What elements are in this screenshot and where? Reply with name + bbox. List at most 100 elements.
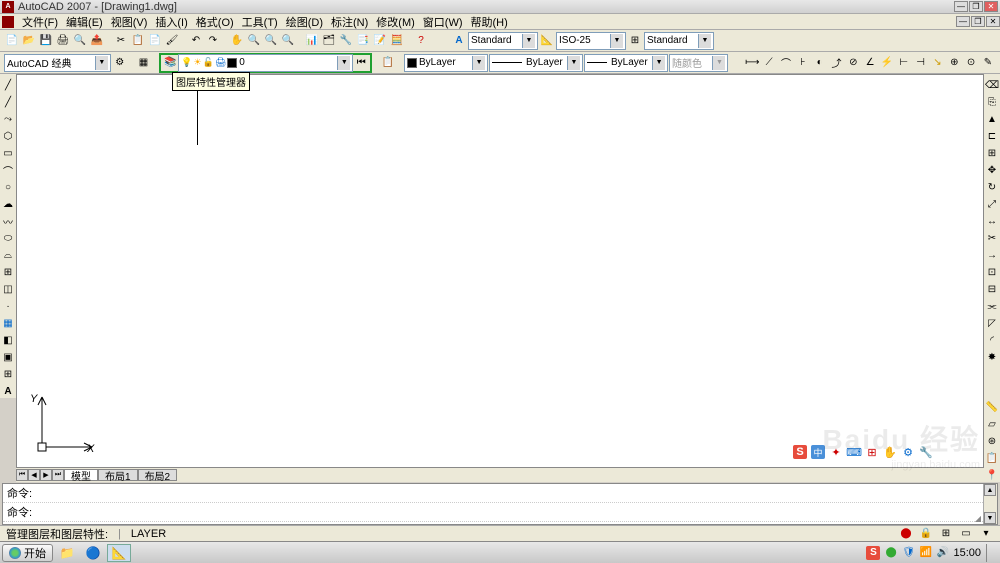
properties-icon[interactable]: 📊 (304, 33, 320, 49)
tray-net-icon[interactable]: ⬤ (885, 547, 897, 559)
workspace-dropdown[interactable]: AutoCAD 经典▼ (4, 54, 111, 72)
mtext-icon[interactable]: A (1, 384, 15, 398)
move-icon[interactable]: ✥ (985, 163, 999, 177)
join-icon[interactable]: ⫘ (985, 299, 999, 313)
zoom-prev-icon[interactable]: 🔍 (280, 33, 296, 49)
status-grid-icon[interactable]: ⊞ (938, 526, 954, 542)
mdi-close-button[interactable]: ✕ (986, 16, 1000, 27)
textstyle-icon[interactable]: A (451, 33, 467, 49)
tray-b-icon[interactable]: ⌨ (847, 445, 861, 459)
region-icon[interactable]: ▣ (1, 350, 15, 364)
resize-grip-icon[interactable]: ◢ (975, 514, 981, 523)
extend-icon[interactable]: → (985, 248, 999, 262)
scale-icon[interactable]: ⤢ (985, 197, 999, 211)
menu-modify[interactable]: 修改(M) (372, 14, 419, 30)
spline-icon[interactable]: 〰 (1, 214, 15, 228)
menu-edit[interactable]: 编辑(E) (62, 14, 107, 30)
copy-icon[interactable]: 📋 (130, 33, 146, 49)
dim-quick-icon[interactable]: ⚡ (879, 55, 895, 71)
xline-icon[interactable]: ╱ (1, 95, 15, 109)
area-icon[interactable]: ▱ (985, 417, 999, 431)
textstyle-dropdown[interactable]: Standard▼ (468, 32, 538, 50)
chamfer-icon[interactable]: ◸ (985, 316, 999, 330)
dim-cont-icon[interactable]: ⊣ (913, 55, 929, 71)
tab-next-button[interactable]: ▶ (40, 469, 52, 481)
taskbar-clock[interactable]: 15:00 (953, 547, 981, 559)
dim-jog-icon[interactable]: ⤴ (829, 55, 845, 71)
color-dropdown[interactable]: ByLayer▼ (404, 54, 488, 72)
stretch-icon[interactable]: ↔ (985, 214, 999, 228)
plotstyle-dropdown[interactable]: 随颜色▼ (669, 54, 728, 72)
layer-states-icon[interactable]: 📋 (380, 55, 396, 71)
layer-prev-icon[interactable]: ⏮ (353, 55, 369, 71)
menu-tools[interactable]: 工具(T) (238, 14, 282, 30)
status-menu-icon[interactable]: ▾ (978, 526, 994, 542)
undo-icon[interactable]: ↶ (188, 33, 204, 49)
zoom-win-icon[interactable]: 🔍 (263, 33, 279, 49)
dim-tol-icon[interactable]: ⊕ (946, 55, 962, 71)
scroll-down-icon[interactable]: ▼ (984, 512, 996, 524)
copy-obj-icon[interactable]: ⎘ (985, 95, 999, 109)
tray-e-icon[interactable]: ⚙ (901, 445, 915, 459)
ime-s-icon[interactable]: S (793, 445, 807, 459)
drawing-area[interactable]: Y X S 中 ✦ ⌨ ⊞ ✋ ⚙ 🔧 (16, 74, 984, 468)
lineweight-dropdown[interactable]: ByLayer▼ (584, 54, 668, 72)
menu-window[interactable]: 窗口(W) (419, 14, 467, 30)
id-icon[interactable]: 📍 (985, 468, 999, 482)
print-icon[interactable]: 🖨 (55, 33, 71, 49)
menu-format[interactable]: 格式(O) (192, 14, 238, 30)
tray-shield-icon[interactable]: 🛡 (902, 547, 914, 559)
save-icon[interactable]: 💾 (38, 33, 54, 49)
status-misc-icon[interactable]: ▭ (958, 526, 974, 542)
taskbar-autocad-icon[interactable]: 📐 (107, 544, 131, 562)
linetype-dropdown[interactable]: ByLayer▼ (489, 54, 583, 72)
polygon-icon[interactable]: ⬡ (1, 129, 15, 143)
help-icon[interactable]: ? (413, 33, 429, 49)
dim-center-icon[interactable]: ⊙ (963, 55, 979, 71)
layer-manager-icon[interactable]: 📚 (162, 55, 178, 71)
tab-layout2[interactable]: 布局2 (138, 469, 178, 481)
circle-icon[interactable]: ○ (1, 180, 15, 194)
trim-icon[interactable]: ✂ (985, 231, 999, 245)
mdi-restore-button[interactable]: ❐ (971, 16, 985, 27)
new-icon[interactable]: 📄 (4, 33, 20, 49)
match-icon[interactable]: 🖌 (164, 33, 180, 49)
show-desktop-button[interactable] (986, 544, 994, 562)
dim-ord-icon[interactable]: ⊦ (795, 55, 811, 71)
dim-edit-icon[interactable]: ✎ (980, 55, 996, 71)
menu-dim[interactable]: 标注(N) (327, 14, 372, 30)
table-icon[interactable]: ⊞ (1, 367, 15, 381)
tab-layout1[interactable]: 布局1 (98, 469, 138, 481)
pan-icon[interactable]: ✋ (229, 33, 245, 49)
tray-a-icon[interactable]: ✦ (829, 445, 843, 459)
menu-view[interactable]: 视图(V) (107, 14, 152, 30)
point-icon[interactable]: · (1, 299, 15, 313)
array-icon[interactable]: ⊞ (985, 146, 999, 160)
tablestyle-dropdown[interactable]: Standard▼ (644, 32, 714, 50)
dist-icon[interactable]: 📏 (985, 400, 999, 414)
list-icon[interactable]: 📋 (985, 451, 999, 465)
paste-icon[interactable]: 📄 (147, 33, 163, 49)
layer-dropdown[interactable]: 💡☀🔓🖨 0 ▼ (178, 54, 353, 72)
command-scrollbar[interactable]: ▲ ▼ (983, 484, 997, 524)
block-icon[interactable]: ◫ (1, 282, 15, 296)
tray-d-icon[interactable]: ✋ (883, 445, 897, 459)
cut-icon[interactable]: ✂ (113, 33, 129, 49)
insert-icon[interactable]: ⊞ (1, 265, 15, 279)
minimize-button[interactable]: — (954, 1, 968, 12)
calc-icon[interactable]: 🧮 (389, 33, 405, 49)
dim-linear-icon[interactable]: ⟼ (744, 55, 760, 71)
menu-file[interactable]: 文件(F) (18, 14, 62, 30)
tool-palette-icon[interactable]: ▦ (136, 55, 152, 71)
zoom-rt-icon[interactable]: 🔍 (246, 33, 262, 49)
dim-base-icon[interactable]: ⊢ (896, 55, 912, 71)
dim-radius-icon[interactable]: ◐ (812, 55, 828, 71)
taskbar-app1-icon[interactable]: 🔵 (81, 544, 105, 562)
markup-icon[interactable]: 📝 (372, 33, 388, 49)
mdi-minimize-button[interactable]: — (956, 16, 970, 27)
maximize-button[interactable]: ❐ (969, 1, 983, 12)
offset-icon[interactable]: ⊏ (985, 129, 999, 143)
tray-c-icon[interactable]: ⊞ (865, 445, 879, 459)
dim-ang-icon[interactable]: ∠ (862, 55, 878, 71)
tab-last-button[interactable]: ⏭ (52, 469, 64, 481)
